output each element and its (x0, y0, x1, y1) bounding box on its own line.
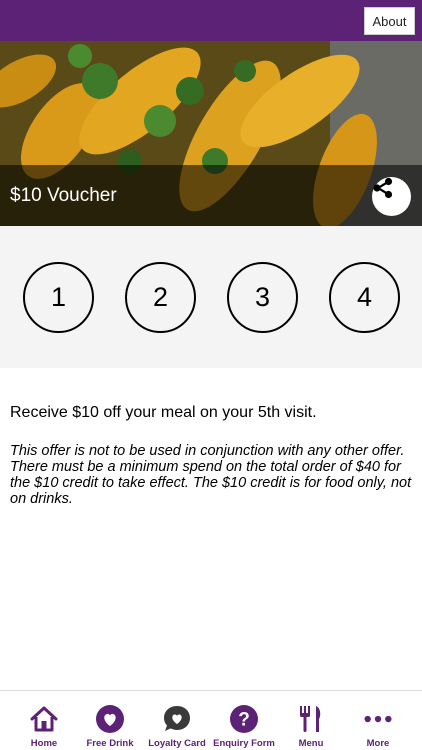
fork-knife-icon (296, 704, 326, 734)
heart-icon (95, 704, 125, 734)
tab-free-drink[interactable]: Free Drink (75, 691, 145, 750)
tab-more-label: More (366, 738, 390, 749)
tab-loyalty-card-label: Loyalty Card (148, 738, 206, 749)
offer-terms: This offer is not to be used in conjunct… (10, 443, 412, 507)
about-button[interactable]: About (364, 7, 415, 35)
voucher-hero-image: $10 Voucher (0, 41, 422, 226)
tab-enquiry-form[interactable]: ? Enquiry Form (209, 691, 279, 750)
tab-home[interactable]: Home (9, 691, 79, 750)
stamp-1: 1 (23, 262, 94, 333)
stamp-3: 3 (227, 262, 298, 333)
tab-more[interactable]: More (343, 691, 413, 750)
stamp-2: 2 (125, 262, 196, 333)
tab-menu-label: Menu (298, 738, 324, 749)
more-icon (363, 704, 393, 734)
share-icon (373, 177, 393, 199)
voucher-title: $10 Voucher (10, 185, 117, 206)
svg-text:?: ? (238, 710, 250, 731)
question-icon: ? (229, 704, 259, 734)
tab-home-label: Home (30, 738, 58, 749)
tab-enquiry-form-label: Enquiry Form (213, 738, 275, 749)
tab-loyalty-card[interactable]: Loyalty Card (142, 691, 212, 750)
top-bar: About (0, 0, 422, 41)
stamp-4: 4 (329, 262, 400, 333)
tab-menu[interactable]: Menu (276, 691, 346, 750)
heart-bubble-icon (162, 704, 192, 734)
loyalty-stamps: 1 2 3 4 (0, 226, 422, 368)
tab-free-drink-label: Free Drink (86, 738, 134, 749)
offer-headline: Receive $10 off your meal on your 5th vi… (10, 404, 317, 421)
home-icon (29, 704, 59, 734)
share-button[interactable] (372, 177, 411, 216)
bottom-tab-bar: Home Free Drink Loyalty Card ? Enquiry F… (0, 690, 422, 750)
